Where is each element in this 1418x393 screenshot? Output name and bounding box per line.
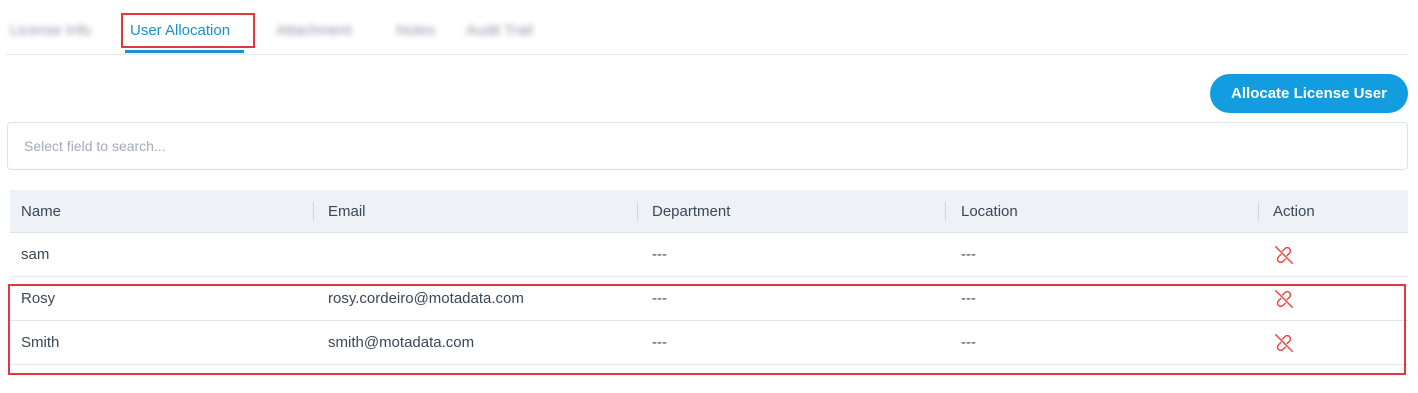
tab-notes[interactable]: Notes — [396, 20, 435, 42]
cell-location: --- — [961, 246, 976, 263]
rows-highlight-box — [8, 284, 1406, 375]
column-separator[interactable] — [313, 202, 314, 221]
column-separator[interactable] — [637, 202, 638, 221]
table-header: Name Email Department Location Action — [10, 190, 1408, 233]
search-input[interactable] — [8, 123, 1407, 169]
column-header-action: Action — [1273, 203, 1315, 220]
cell-department: --- — [652, 246, 667, 263]
tab-license-info[interactable]: License Info — [10, 20, 91, 42]
tab-attachment[interactable]: Attachment — [276, 20, 352, 42]
tab-highlight-box — [121, 13, 255, 48]
active-tab-indicator — [125, 50, 244, 53]
search-bar — [7, 122, 1408, 170]
column-header-email[interactable]: Email — [328, 190, 366, 233]
cell-name: sam — [21, 246, 50, 263]
column-header-name[interactable]: Name — [21, 190, 61, 233]
tab-audit-trail[interactable]: Audit Trail — [466, 20, 533, 42]
column-header-department[interactable]: Department — [652, 190, 730, 233]
allocate-license-user-button[interactable]: Allocate License User — [1210, 74, 1408, 113]
unlink-icon[interactable] — [1273, 244, 1295, 266]
table-row: sam --- --- — [10, 233, 1408, 277]
column-header-location[interactable]: Location — [961, 190, 1018, 233]
column-separator[interactable] — [945, 202, 946, 221]
column-separator[interactable] — [1258, 202, 1259, 221]
